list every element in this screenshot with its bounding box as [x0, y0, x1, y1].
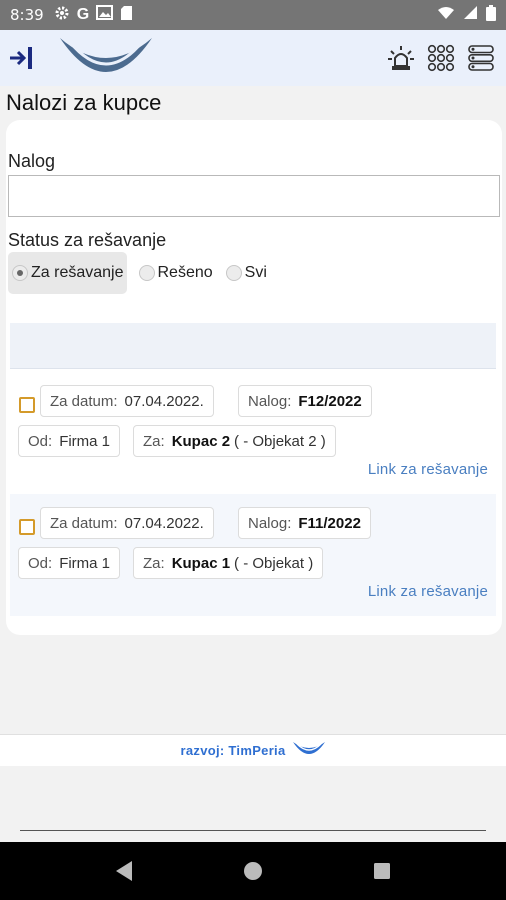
alarm-light-icon[interactable] — [386, 43, 416, 73]
customer-name: Kupac 1 — [171, 554, 231, 572]
from-value: Firma 1 — [59, 554, 111, 572]
signal-icon — [463, 5, 478, 25]
nalog-chip-label: Nalog: — [248, 514, 292, 532]
battery-icon — [486, 4, 496, 26]
nalog-chip: Nalog: F11/2022 — [238, 507, 371, 539]
radio-selected-icon — [12, 265, 28, 281]
radio-za-resavanje[interactable]: Za rešavanje — [8, 252, 127, 294]
radio-svi[interactable]: Svi — [222, 252, 272, 294]
radio-reseno[interactable]: Rešeno — [135, 252, 218, 294]
status-bar: 8:39 G — [0, 0, 506, 30]
nalog-input[interactable] — [8, 175, 500, 217]
nalog-chip-label: Nalog: — [248, 392, 292, 410]
app-header — [0, 30, 506, 86]
back-icon[interactable] — [104, 851, 144, 891]
order-row: Za datum: 07.04.2022. Nalog: F12/2022 Od… — [10, 372, 496, 494]
status-radio-group: Za rešavanje Rešeno Svi — [8, 252, 272, 294]
resolve-link[interactable]: Link za rešavanje — [368, 461, 488, 478]
object-name: ( - Objekat 2 ) — [234, 432, 326, 450]
timperia-logo-icon — [292, 740, 326, 761]
recents-icon[interactable] — [362, 851, 402, 891]
from-chip: Od: Firma 1 — [18, 425, 121, 457]
status-label: Status za rešavanje — [8, 230, 167, 250]
date-chip: Za datum: 07.04.2022. — [40, 507, 214, 539]
radio-label: Svi — [244, 264, 267, 281]
order-checkbox[interactable] — [19, 519, 35, 535]
grid-dots-icon[interactable] — [426, 43, 456, 73]
list-header — [10, 323, 496, 369]
footer: razvoj: TimPeria — [0, 734, 506, 766]
date-chip: Za datum: 07.04.2022. — [40, 385, 214, 417]
order-checkbox[interactable] — [19, 397, 35, 413]
home-icon[interactable] — [233, 851, 273, 891]
date-value: 07.04.2022. — [124, 514, 204, 532]
customer-name: Kupac 2 — [171, 432, 231, 450]
radio-unselected-icon — [225, 265, 242, 281]
radio-label: Rešeno — [157, 264, 213, 281]
image-icon — [96, 5, 114, 25]
object-name: ( - Objekat ) — [234, 554, 314, 572]
list-layout-icon[interactable] — [466, 43, 496, 73]
nalog-number: F12/2022 — [298, 392, 362, 410]
radio-label: Za rešavanje — [31, 264, 124, 281]
to-chip: Za: Kupac 1 ( - Objekat ) — [133, 547, 324, 579]
nalog-number: F11/2022 — [298, 514, 361, 532]
system-nav-bar — [0, 842, 506, 900]
collapse-sidebar-icon[interactable] — [6, 43, 36, 73]
date-label: Za datum: — [50, 392, 118, 410]
app-logo — [56, 34, 156, 83]
from-label: Od: — [28, 432, 53, 450]
from-value: Firma 1 — [59, 432, 111, 450]
from-chip: Od: Firma 1 — [18, 547, 121, 579]
date-value: 07.04.2022. — [124, 392, 204, 410]
to-label: Za: — [143, 432, 165, 450]
resolve-link[interactable]: Link za rešavanje — [368, 583, 488, 600]
wifi-icon — [437, 6, 455, 25]
footer-credit[interactable]: razvoj: TimPeria — [181, 743, 286, 758]
page-title: Nalozi za kupce — [6, 90, 162, 115]
to-label: Za: — [143, 554, 165, 572]
divider — [20, 830, 486, 831]
sd-card-icon — [120, 5, 133, 26]
google-icon: G — [76, 6, 90, 23]
date-label: Za datum: — [50, 514, 118, 532]
to-chip: Za: Kupac 2 ( - Objekat 2 ) — [133, 425, 336, 457]
order-row: Za datum: 07.04.2022. Nalog: F11/2022 Od… — [10, 494, 496, 616]
radio-unselected-icon — [138, 265, 155, 281]
nalog-label: Nalog — [8, 151, 56, 171]
orders-card: Nalog Status za rešavanje Za rešavanje R… — [6, 120, 502, 635]
status-time: 8:39 — [10, 6, 44, 24]
gear-icon — [54, 5, 70, 26]
nalog-chip: Nalog: F12/2022 — [238, 385, 372, 417]
from-label: Od: — [28, 554, 53, 572]
